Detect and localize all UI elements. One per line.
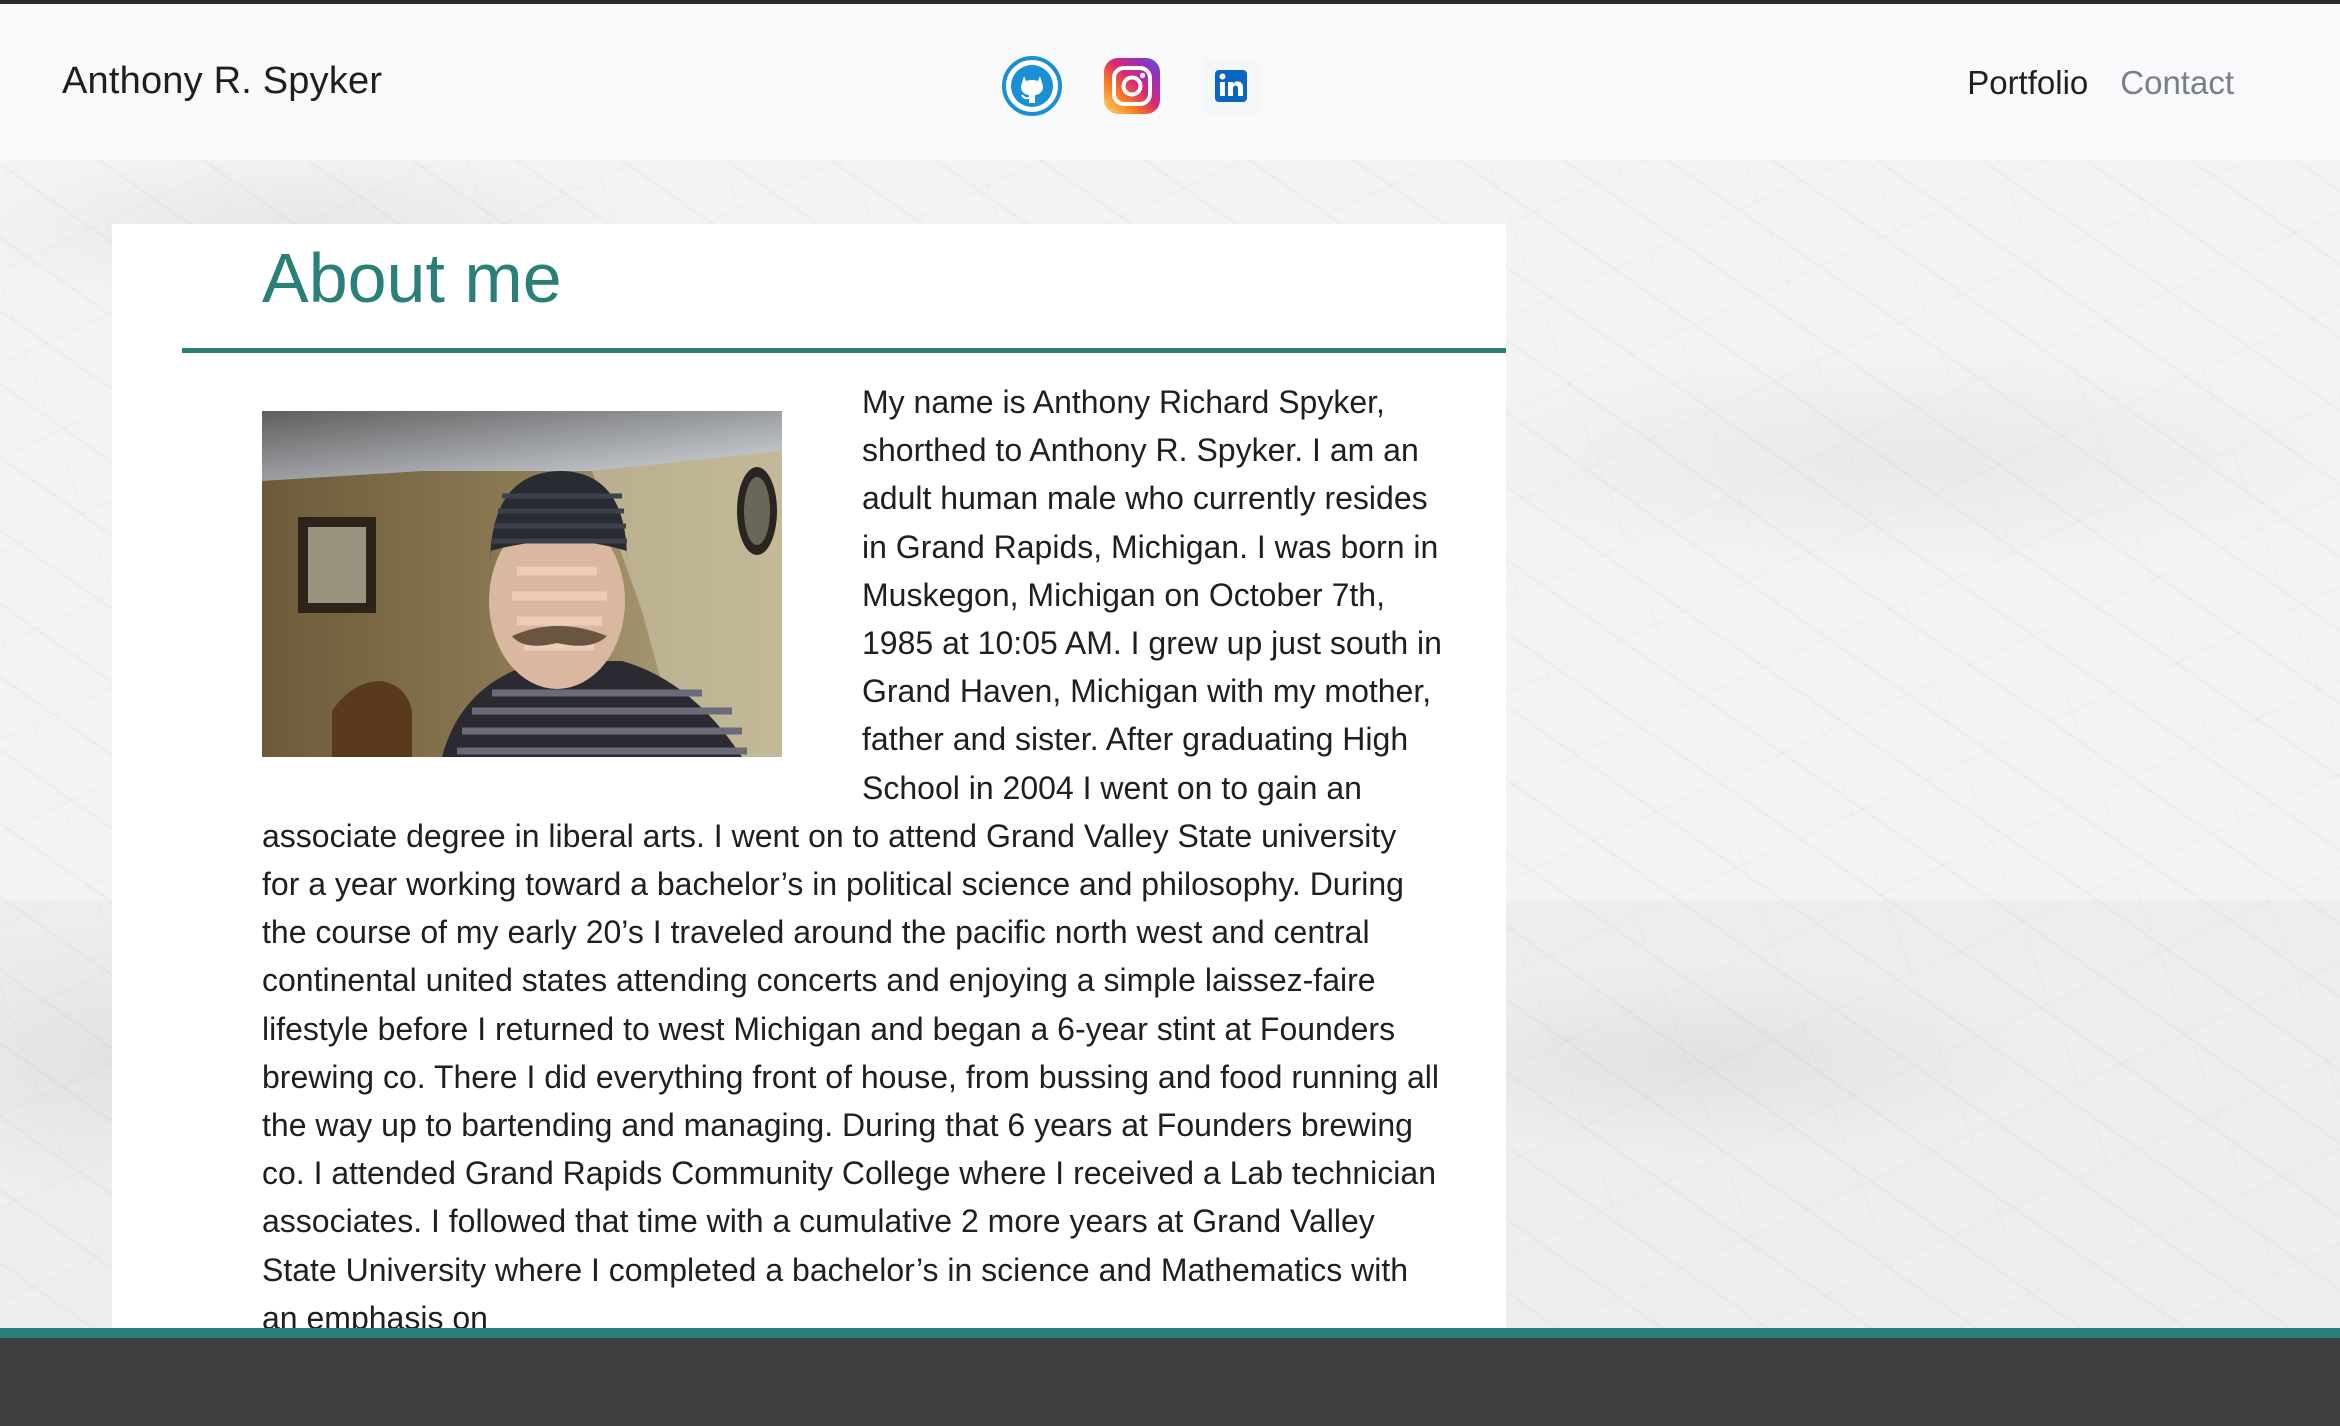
footer-accent-bar: [0, 1328, 2340, 1338]
about-card: About me My name is Anthony Richard Spyk…: [112, 224, 1506, 1338]
nav-contact-link[interactable]: Contact: [2120, 64, 2234, 102]
about-content: My name is Anthony Richard Spyker, short…: [262, 378, 1442, 1338]
nav-links: Portfolio Contact: [1967, 64, 2234, 102]
github-icon[interactable]: [1000, 54, 1064, 118]
heading-divider: [182, 348, 1506, 353]
footer: [0, 1338, 2340, 1426]
nav-portfolio-link[interactable]: Portfolio: [1967, 64, 2088, 102]
profile-photo: [262, 411, 782, 757]
brand-name[interactable]: Anthony R. Spyker: [62, 60, 382, 103]
about-heading: About me: [262, 239, 562, 317]
instagram-icon[interactable]: [1100, 54, 1164, 118]
linkedin-icon[interactable]: [1199, 54, 1263, 118]
navbar: Anthony R. Spyker Portfolio Contact: [0, 4, 2340, 160]
